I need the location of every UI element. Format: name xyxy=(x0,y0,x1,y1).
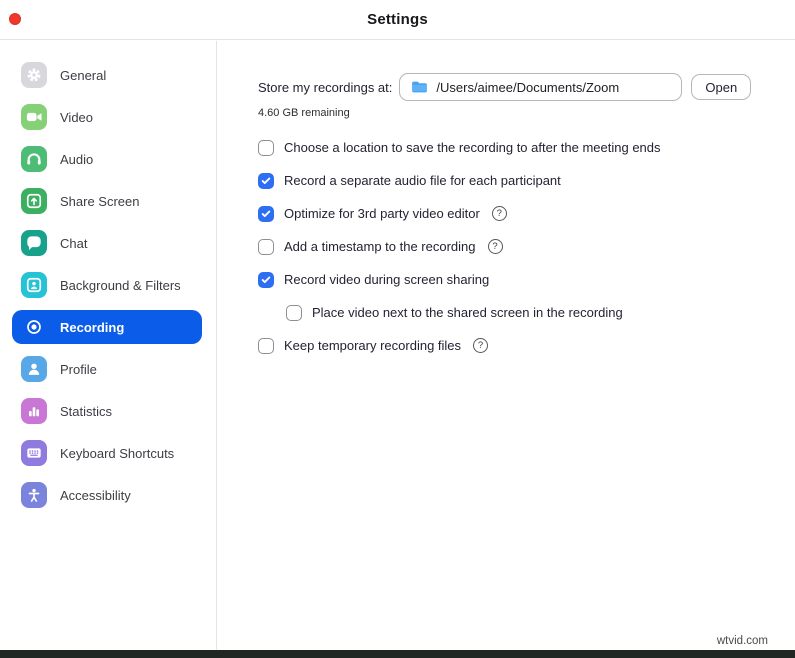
checkbox[interactable] xyxy=(258,205,274,222)
checkbox[interactable] xyxy=(286,304,302,321)
option-row: Add a timestamp to the recording ? xyxy=(258,230,795,263)
sidebar-item-audio[interactable]: Audio xyxy=(12,142,202,176)
sidebar-item-share-screen[interactable]: Share Screen xyxy=(12,184,202,218)
bar-chart-icon xyxy=(21,398,47,424)
sidebar-item-label: Keyboard Shortcuts xyxy=(60,445,175,461)
sidebar-item-label: General xyxy=(60,67,107,83)
gear-icon xyxy=(21,62,47,88)
watermark-text: wtvid.com xyxy=(716,635,768,647)
sidebar-item-label: Accessibility xyxy=(60,487,131,503)
recording-options-list: Choose a location to save the recording … xyxy=(258,131,795,362)
record-icon xyxy=(21,314,47,340)
background-person-icon xyxy=(21,272,47,298)
video-camera-icon xyxy=(21,104,47,130)
storage-location-label: Store my recordings at: xyxy=(258,79,393,95)
recording-path-value: /Users/aimee/Documents/Zoom xyxy=(436,79,620,95)
sidebar-item-label: Profile xyxy=(60,361,97,377)
sidebar-item-chat[interactable]: Chat xyxy=(12,226,202,260)
open-button[interactable]: Open xyxy=(691,74,752,100)
help-icon[interactable]: ? xyxy=(473,338,489,353)
option-label: Record video during screen sharing xyxy=(284,272,490,287)
settings-sidebar: General Video Audio Share Screen Chat Ba… xyxy=(0,41,217,650)
headphones-icon xyxy=(21,146,47,172)
help-icon[interactable]: ? xyxy=(487,239,503,254)
sidebar-item-statistics[interactable]: Statistics xyxy=(12,394,202,428)
option-row: Keep temporary recording files ? xyxy=(258,329,795,362)
checkbox[interactable] xyxy=(258,271,274,288)
option-row: Choose a location to save the recording … xyxy=(258,131,795,164)
sidebar-item-label: Background & Filters xyxy=(60,277,181,293)
option-row: Record a separate audio file for each pa… xyxy=(258,164,795,197)
accessibility-icon xyxy=(21,482,47,508)
help-icon[interactable]: ? xyxy=(491,206,507,221)
sidebar-item-general[interactable]: General xyxy=(12,58,202,92)
recording-path-field[interactable]: /Users/aimee/Documents/Zoom xyxy=(399,73,683,101)
sidebar-item-recording[interactable]: Recording xyxy=(12,310,202,344)
sidebar-item-label: Statistics xyxy=(60,403,113,419)
share-screen-icon xyxy=(21,188,47,214)
option-label: Optimize for 3rd party video editor xyxy=(284,206,480,221)
storage-remaining-text: 4.60 GB remaining xyxy=(258,107,350,119)
option-label: Keep temporary recording files xyxy=(284,338,462,353)
checkbox[interactable] xyxy=(258,238,274,255)
checkbox[interactable] xyxy=(258,337,274,354)
sidebar-item-background-filters[interactable]: Background & Filters xyxy=(12,268,202,302)
option-label: Place video next to the shared screen in… xyxy=(312,305,623,320)
sidebar-item-profile[interactable]: Profile xyxy=(12,352,202,386)
sidebar-item-accessibility[interactable]: Accessibility xyxy=(12,478,202,512)
window-title: Settings xyxy=(367,11,428,28)
checkbox[interactable] xyxy=(258,139,274,156)
sidebar-item-label: Video xyxy=(60,109,94,125)
sidebar-item-label: Share Screen xyxy=(60,193,140,209)
close-window-button[interactable] xyxy=(9,13,21,25)
sidebar-item-label: Chat xyxy=(60,235,88,251)
checkbox[interactable] xyxy=(258,172,274,189)
option-label: Add a timestamp to the recording xyxy=(284,239,476,254)
recording-settings-panel: Store my recordings at: /Users/aimee/Doc… xyxy=(217,41,795,650)
titlebar: Settings xyxy=(0,0,795,40)
option-label: Record a separate audio file for each pa… xyxy=(284,173,561,188)
storage-location-row: Store my recordings at: /Users/aimee/Doc… xyxy=(258,73,795,101)
option-label: Choose a location to save the recording … xyxy=(284,140,661,155)
profile-person-icon xyxy=(21,356,47,382)
chat-bubble-icon xyxy=(21,230,47,256)
sidebar-item-label: Recording xyxy=(60,319,125,335)
bottom-edge-strip xyxy=(0,650,795,658)
option-row: Record video during screen sharing xyxy=(258,263,795,296)
option-row: Place video next to the shared screen in… xyxy=(286,296,795,329)
folder-icon xyxy=(412,81,428,93)
sidebar-item-label: Audio xyxy=(60,151,94,167)
option-row: Optimize for 3rd party video editor ? xyxy=(258,197,795,230)
sidebar-item-keyboard-shortcuts[interactable]: Keyboard Shortcuts xyxy=(12,436,202,470)
keyboard-icon xyxy=(21,440,47,466)
sidebar-item-video[interactable]: Video xyxy=(12,100,202,134)
